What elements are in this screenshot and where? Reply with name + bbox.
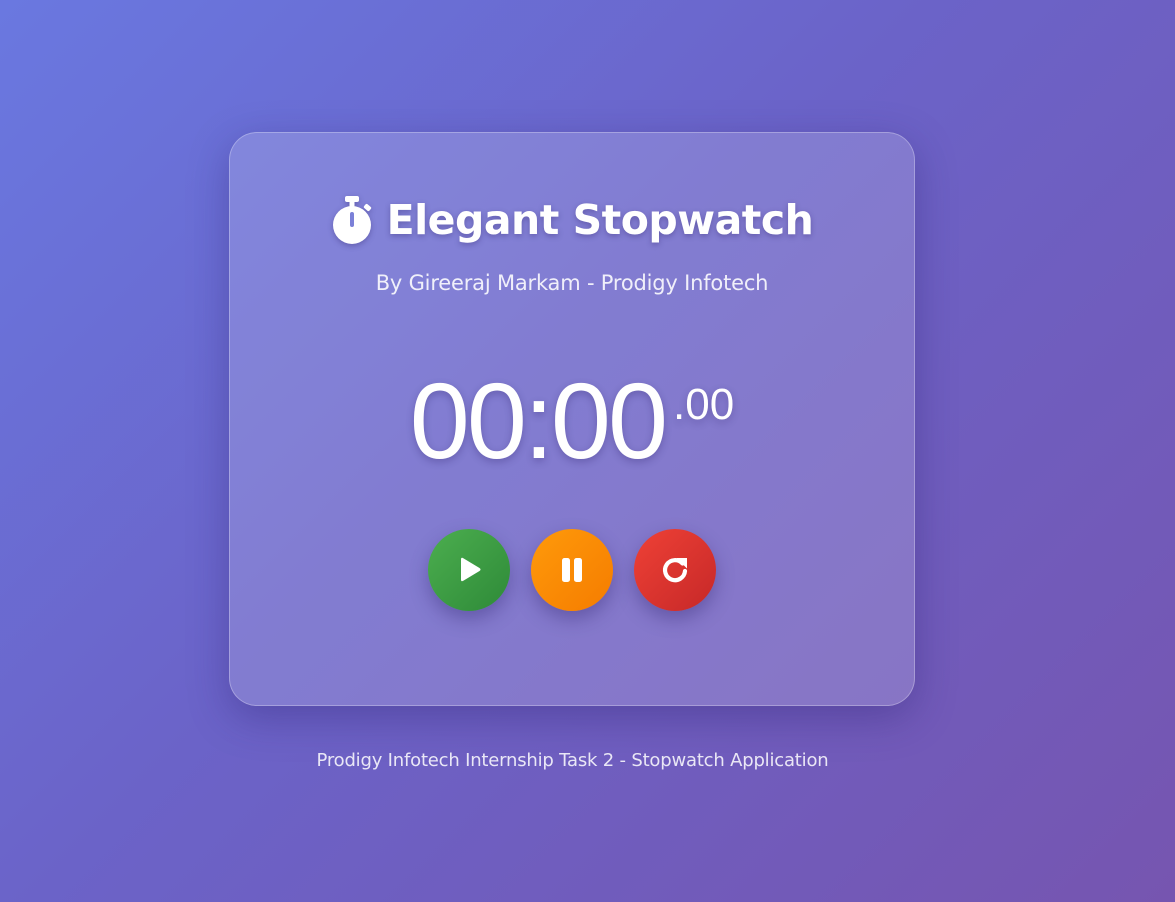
- app-title: Elegant Stopwatch: [386, 196, 814, 244]
- controls: [230, 529, 914, 611]
- reset-button[interactable]: [634, 529, 716, 611]
- stopwatch-icon: [331, 195, 373, 245]
- time-milliseconds: .00: [673, 380, 735, 429]
- title-row: Elegant Stopwatch: [230, 195, 914, 245]
- footer-text: Prodigy Infotech Internship Task 2 - Sto…: [316, 750, 829, 771]
- pause-icon: [559, 556, 585, 584]
- pause-button[interactable]: [531, 529, 613, 611]
- app-subtitle: By Gireeraj Markam - Prodigy Infotech: [375, 271, 769, 295]
- start-button[interactable]: [428, 529, 510, 611]
- time-main: 00:00: [409, 360, 668, 481]
- refresh-icon: [659, 554, 691, 586]
- time-display: 00:00 .00: [230, 361, 914, 481]
- play-icon: [454, 555, 484, 585]
- stopwatch-card: Elegant Stopwatch By Gireeraj Markam - P…: [229, 132, 915, 706]
